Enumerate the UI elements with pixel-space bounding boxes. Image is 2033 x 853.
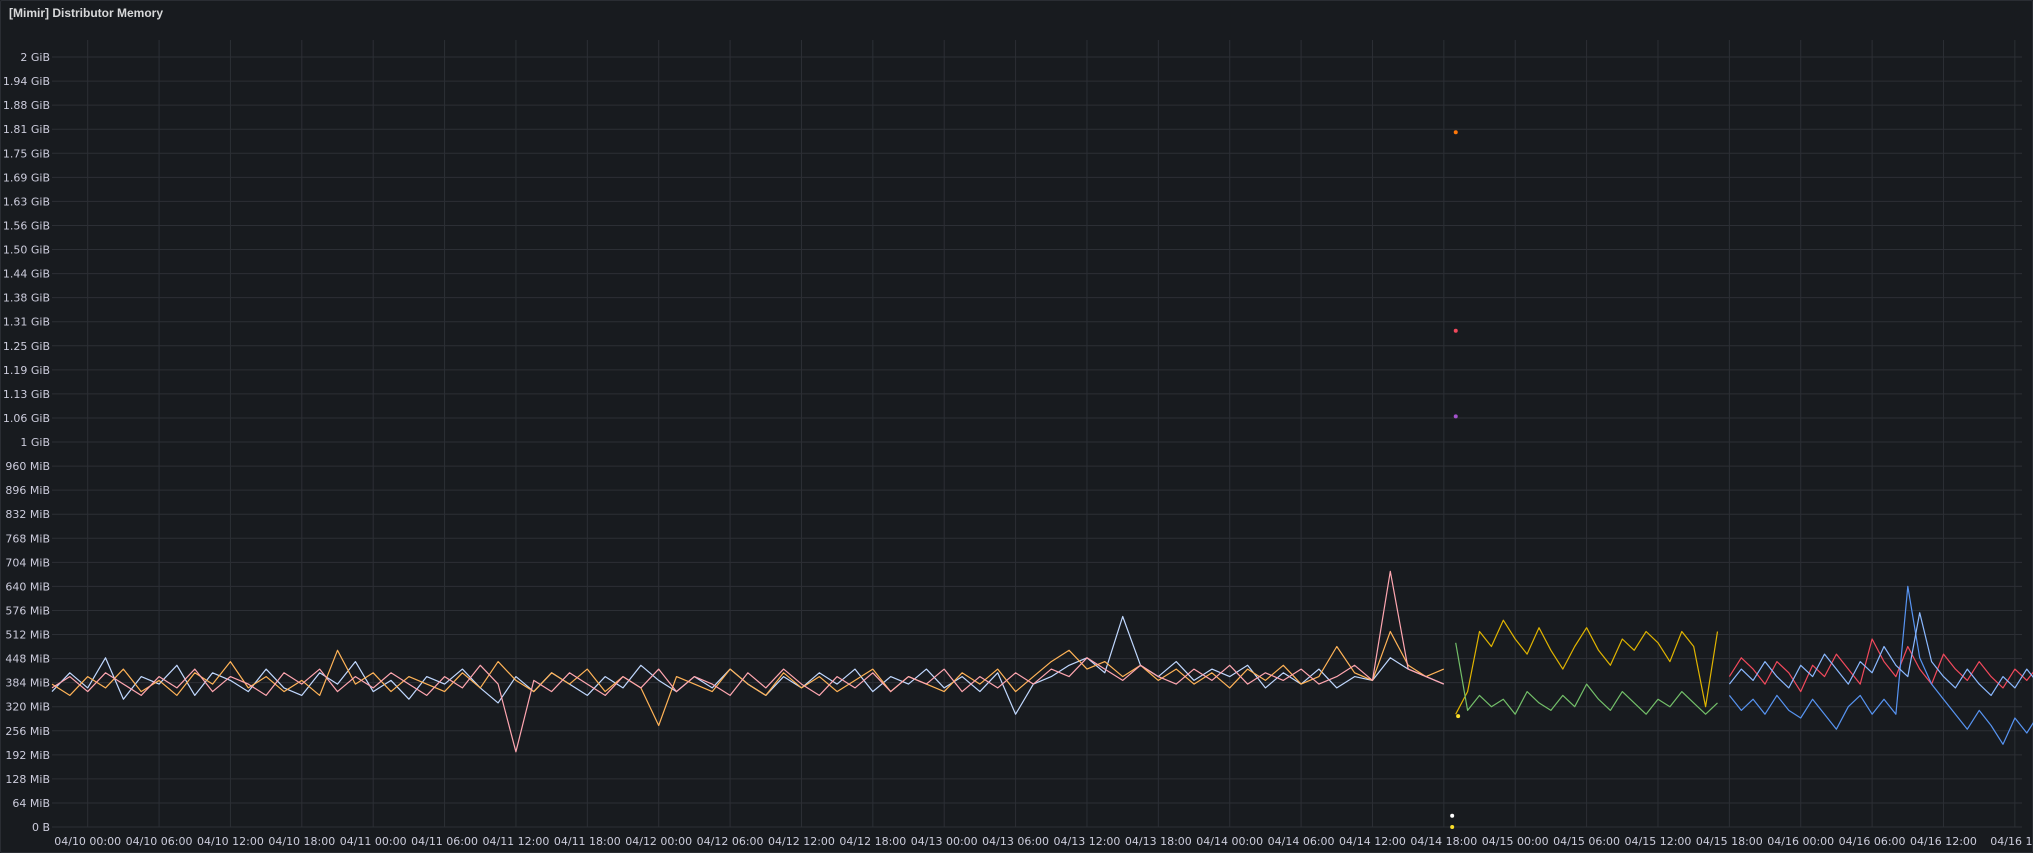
y-tick-label: 768 MiB	[5, 532, 50, 545]
y-tick-label: 1.63 GiB	[3, 195, 50, 208]
y-tick-label: 704 MiB	[5, 556, 50, 569]
x-tick-label: 04/15 06:00	[1553, 835, 1620, 848]
series-line-2	[51, 570, 1445, 753]
x-tick-label: 04/10 12:00	[197, 835, 264, 848]
points-group	[1450, 130, 1461, 829]
x-tick-label: 04/13 18:00	[1125, 835, 1192, 848]
x-tick-label: 04/10 00:00	[54, 835, 121, 848]
y-tick-label: 1.44 GiB	[3, 268, 50, 281]
y-tick-label: 960 MiB	[5, 460, 50, 473]
x-tick-label: 04/13 06:00	[982, 835, 1049, 848]
y-tick-label: 1.94 GiB	[3, 75, 50, 88]
grid	[52, 40, 2022, 828]
y-tick-label: 320 MiB	[5, 701, 50, 714]
y-tick-label: 640 MiB	[5, 580, 50, 593]
series-line-5	[1728, 638, 2033, 693]
y-tick-label: 2 GiB	[20, 51, 50, 64]
data-point-4	[1450, 813, 1455, 818]
y-tick-label: 1.13 GiB	[3, 388, 50, 401]
y-tick-label: 512 MiB	[5, 629, 50, 642]
y-tick-label: 1.75 GiB	[3, 147, 50, 160]
y-tick-label: 128 MiB	[5, 773, 50, 786]
y-tick-label: 1.69 GiB	[3, 171, 50, 184]
y-tick-label: 0 B	[32, 821, 50, 834]
x-tick-label: 04/12 06:00	[697, 835, 764, 848]
memory-chart: 0 B 64 MiB 128 MiB 192 MiB 256 MiB 320 MiB 384…	[3, 40, 2033, 848]
x-tick-label: 04/15 12:00	[1625, 835, 1692, 848]
x-tick-label: 04/12 12:00	[768, 835, 835, 848]
x-tick-label: 04/15 00:00	[1482, 835, 1549, 848]
y-tick-label: 1.06 GiB	[3, 412, 50, 425]
data-point-5	[1450, 825, 1455, 829]
x-tick-label: 04/11 00:00	[340, 835, 407, 848]
y-tick-label: 192 MiB	[5, 749, 50, 762]
x-tick-label: 04/13 12:00	[1054, 835, 1121, 848]
x-tick-label: 04/16 06:00	[1839, 835, 1906, 848]
series-group	[51, 570, 2033, 753]
x-tick-label: 04/16 00:00	[1767, 835, 1834, 848]
y-tick-label: 1.25 GiB	[3, 340, 50, 353]
data-point-2	[1453, 414, 1458, 419]
data-point-3	[1456, 714, 1461, 719]
y-tick-label: 1.56 GiB	[3, 219, 50, 232]
x-tick-label: 04/12 00:00	[625, 835, 692, 848]
y-tick-label: 1.31 GiB	[3, 316, 50, 329]
x-tick-label: 04/11 18:00	[554, 835, 621, 848]
x-tick-label: 04/13 00:00	[911, 835, 978, 848]
y-axis: 0 B 64 MiB 128 MiB 192 MiB 256 MiB 320 MiB 384…	[3, 51, 50, 834]
y-tick-label: 256 MiB	[5, 725, 50, 738]
y-tick-label: 1.81 GiB	[3, 123, 50, 136]
y-tick-label: 1 GiB	[20, 436, 50, 449]
x-tick-label: 04/16 12:00	[1910, 835, 1977, 848]
y-tick-label: 896 MiB	[5, 484, 50, 497]
y-tick-label: 576 MiB	[5, 604, 50, 617]
y-tick-label: 1.50 GiB	[3, 244, 50, 257]
y-tick-label: 64 MiB	[12, 797, 50, 810]
series-line-1	[51, 630, 1445, 727]
x-tick-label: 04/16 18	[1990, 835, 2033, 848]
y-tick-label: 1.38 GiB	[3, 292, 50, 305]
y-tick-label: 384 MiB	[5, 677, 50, 690]
y-tick-label: 1.88 GiB	[3, 99, 50, 112]
y-tick-label: 1.19 GiB	[3, 364, 50, 377]
x-tick-label: 04/14 00:00	[1196, 835, 1263, 848]
x-tick-label: 04/12 18:00	[839, 835, 906, 848]
x-tick-label: 04/11 06:00	[411, 835, 478, 848]
x-tick-label: 04/10 06:00	[126, 835, 193, 848]
x-tick-label: 04/14 12:00	[1339, 835, 1406, 848]
x-tick-label: 04/15 18:00	[1696, 835, 1763, 848]
x-tick-label: 04/11 12:00	[482, 835, 549, 848]
x-tick-label: 04/14 18:00	[1410, 835, 1477, 848]
data-point-0	[1453, 130, 1458, 135]
y-tick-label: 448 MiB	[5, 653, 50, 666]
x-tick-label: 04/10 18:00	[268, 835, 335, 848]
data-point-1	[1453, 328, 1458, 333]
y-tick-label: 832 MiB	[5, 508, 50, 521]
x-axis: 04/10 00:00 04/10 06:00 04/10 12:00 04/10 1…	[54, 835, 2033, 848]
x-tick-label: 04/14 06:00	[1268, 835, 1335, 848]
series-line-0	[51, 615, 1445, 715]
